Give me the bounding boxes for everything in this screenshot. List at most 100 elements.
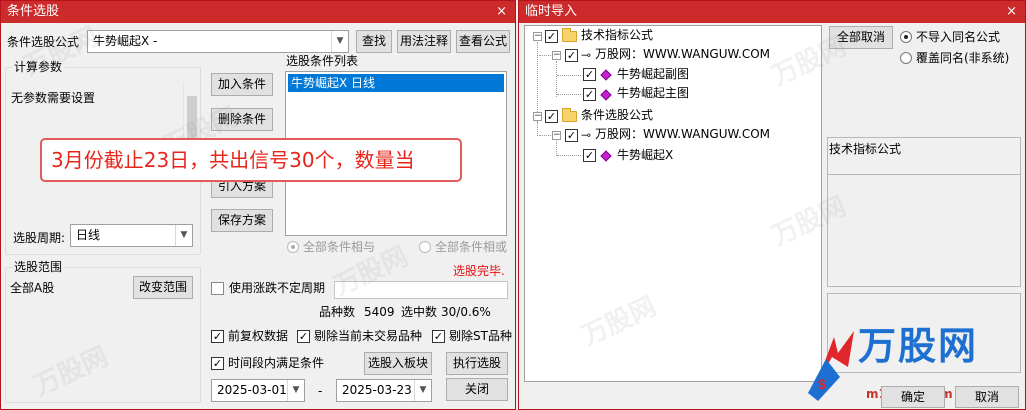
left-window-title: 条件选股 bbox=[7, 4, 60, 19]
tree-tech-item-1[interactable]: 牛势崛起副图 bbox=[617, 66, 689, 82]
calc-params-label: 计算参数 bbox=[12, 60, 65, 74]
variety-count-label: 品种数 bbox=[319, 305, 356, 319]
radio-all-and-label: 全部条件相与 bbox=[303, 240, 376, 254]
flex-period-input[interactable] bbox=[334, 281, 508, 299]
flex-period-label: 使用涨跌不定周期 bbox=[229, 281, 326, 295]
delete-condition-button[interactable]: 删除条件 bbox=[211, 108, 273, 131]
chevron-down-icon[interactable]: ▼ bbox=[287, 380, 304, 401]
remove-st-label: 剔除ST品种 bbox=[449, 329, 512, 343]
usage-notes-button[interactable]: 用法注释 bbox=[397, 30, 451, 53]
tree-checkbox-tech-folder[interactable]: ✓ bbox=[545, 30, 558, 43]
period-value: 日线 bbox=[76, 228, 101, 242]
radio-all-or-label: 全部条件相或 bbox=[435, 240, 508, 254]
tree-checkbox-tech-item-2[interactable]: ✓ bbox=[583, 88, 596, 101]
tree-cond-site[interactable]: 万股网：WWW.WANGUW.COM bbox=[595, 126, 770, 142]
right-close-icon[interactable]: × bbox=[1006, 1, 1017, 23]
left-title-bar: 条件选股 × bbox=[1, 1, 515, 23]
selected-count-value: 30/0.6% bbox=[441, 305, 491, 319]
left-close-icon[interactable]: × bbox=[496, 1, 507, 23]
tree-connector bbox=[537, 122, 538, 136]
folder-icon bbox=[562, 28, 577, 42]
condition-list-label: 选股条件列表 bbox=[286, 54, 359, 68]
tree-cond-folder[interactable]: 条件选股公式 bbox=[581, 107, 653, 123]
scope-value: 全部A股 bbox=[10, 281, 55, 295]
radio-no-import-same-label: 不导入同名公式 bbox=[916, 30, 1001, 44]
pre-adjust-checkbox[interactable]: ✓ bbox=[211, 330, 224, 343]
tree-checkbox-cond-site[interactable]: ✓ bbox=[565, 129, 578, 142]
period-select[interactable]: 日线 ▼ bbox=[70, 224, 193, 247]
period-satisfy-checkbox[interactable]: ✓ bbox=[211, 357, 224, 370]
collapse-icon[interactable]: − bbox=[533, 32, 542, 41]
pre-adjust-label: 前复权数据 bbox=[228, 329, 289, 343]
tree-connector bbox=[557, 94, 581, 95]
formula-value: 牛势崛起X - bbox=[93, 34, 158, 48]
annotation-callout: 3月份截止23日，共出信号30个，数量当 bbox=[40, 138, 462, 182]
remove-st-checkbox[interactable]: ✓ bbox=[432, 330, 445, 343]
tree-connector bbox=[539, 55, 551, 56]
tree-tech-folder[interactable]: 技术指标公式 bbox=[581, 27, 653, 43]
formula-select[interactable]: 牛势崛起X - ▼ bbox=[87, 30, 349, 53]
info-panel-body bbox=[828, 174, 1020, 286]
radio-no-import-same[interactable] bbox=[900, 31, 912, 43]
change-scope-button[interactable]: 改变范围 bbox=[133, 276, 193, 299]
tree-cond-item-1[interactable]: 牛势崛起X bbox=[617, 147, 673, 163]
flex-period-checkbox[interactable] bbox=[211, 282, 224, 295]
ok-button[interactable]: 确定 bbox=[881, 386, 945, 408]
info-panel: 技术指标公式 bbox=[827, 137, 1021, 287]
radio-overwrite-same-label: 覆盖同名(非系统) bbox=[916, 51, 1010, 65]
remove-untraded-checkbox[interactable]: ✓ bbox=[297, 330, 310, 343]
radio-all-and[interactable] bbox=[287, 241, 299, 253]
indicator-diamond-icon bbox=[600, 89, 612, 101]
collapse-icon[interactable]: − bbox=[533, 112, 542, 121]
logo-arrow-icon: $ bbox=[808, 331, 854, 401]
close-button[interactable]: 关闭 bbox=[446, 378, 508, 401]
run-select-button[interactable]: 执行选股 bbox=[446, 352, 508, 375]
params-scroll-thumb[interactable] bbox=[187, 96, 197, 140]
date-from-value: 2025-03-01 bbox=[217, 383, 287, 397]
params-scrollbar[interactable] bbox=[183, 82, 200, 142]
chevron-down-icon[interactable]: ▼ bbox=[414, 380, 431, 401]
tree-checkbox-tech-site[interactable]: ✓ bbox=[565, 49, 578, 62]
chevron-down-icon[interactable]: ▼ bbox=[175, 225, 192, 246]
formula-tree[interactable]: − ✓ 技术指标公式 − ✓ ⊸ 万股网：WWW.WANGUW.COM ✓ 牛势… bbox=[524, 25, 822, 382]
key-icon: ⊸ bbox=[581, 128, 592, 142]
find-button[interactable]: 查找 bbox=[356, 30, 392, 53]
right-title-bar: 临时导入 × bbox=[519, 1, 1025, 23]
select-scope-label: 选股范围 bbox=[12, 260, 65, 274]
selected-count-label: 选中数 bbox=[401, 305, 438, 319]
status-text: 选股完毕. bbox=[453, 264, 505, 278]
date-to-picker[interactable]: 2025-03-23 ▼ bbox=[336, 379, 432, 402]
radio-overwrite-same[interactable] bbox=[900, 52, 912, 64]
tree-checkbox-cond-item-1[interactable]: ✓ bbox=[583, 149, 596, 162]
collapse-icon[interactable]: − bbox=[552, 131, 561, 140]
folder-icon bbox=[562, 108, 577, 122]
tree-connector bbox=[556, 61, 557, 97]
chevron-down-icon[interactable]: ▼ bbox=[331, 31, 348, 52]
right-window-title: 临时导入 bbox=[525, 4, 578, 19]
to-board-button[interactable]: 选股入板块 bbox=[364, 352, 432, 375]
cancel-button[interactable]: 取消 bbox=[955, 386, 1019, 408]
radio-all-or[interactable] bbox=[419, 241, 431, 253]
logo-text: 万股网 bbox=[858, 326, 979, 368]
date-from-picker[interactable]: 2025-03-01 ▼ bbox=[211, 379, 305, 402]
formula-label: 条件选股公式 bbox=[7, 35, 80, 49]
remove-untraded-label: 剔除当前未交易品种 bbox=[314, 329, 423, 343]
tree-connector bbox=[557, 155, 581, 156]
tree-connector bbox=[557, 75, 581, 76]
cancel-all-button[interactable]: 全部取消 bbox=[829, 26, 893, 49]
select-scope-group: 选股范围 全部A股 改变范围 bbox=[5, 260, 201, 403]
indicator-diamond-icon bbox=[600, 150, 612, 162]
collapse-icon[interactable]: − bbox=[552, 51, 561, 60]
list-item[interactable]: 牛势崛起X 日线 bbox=[288, 74, 504, 92]
date-to-value: 2025-03-23 bbox=[342, 383, 412, 397]
date-separator: - bbox=[318, 384, 323, 398]
temp-import-window: 临时导入 × − ✓ 技术指标公式 − ✓ ⊸ 万股网：WWW.WANGUW.C… bbox=[518, 0, 1026, 410]
add-condition-button[interactable]: 加入条件 bbox=[211, 73, 273, 96]
tree-tech-site[interactable]: 万股网：WWW.WANGUW.COM bbox=[595, 46, 770, 62]
tree-checkbox-cond-folder[interactable]: ✓ bbox=[545, 110, 558, 123]
period-label: 选股周期: bbox=[13, 231, 66, 245]
save-plan-button[interactable]: 保存方案 bbox=[211, 209, 273, 232]
tree-tech-item-2[interactable]: 牛势崛起主图 bbox=[617, 85, 689, 101]
view-formula-button[interactable]: 查看公式 bbox=[456, 30, 510, 53]
tree-checkbox-tech-item-1[interactable]: ✓ bbox=[583, 68, 596, 81]
